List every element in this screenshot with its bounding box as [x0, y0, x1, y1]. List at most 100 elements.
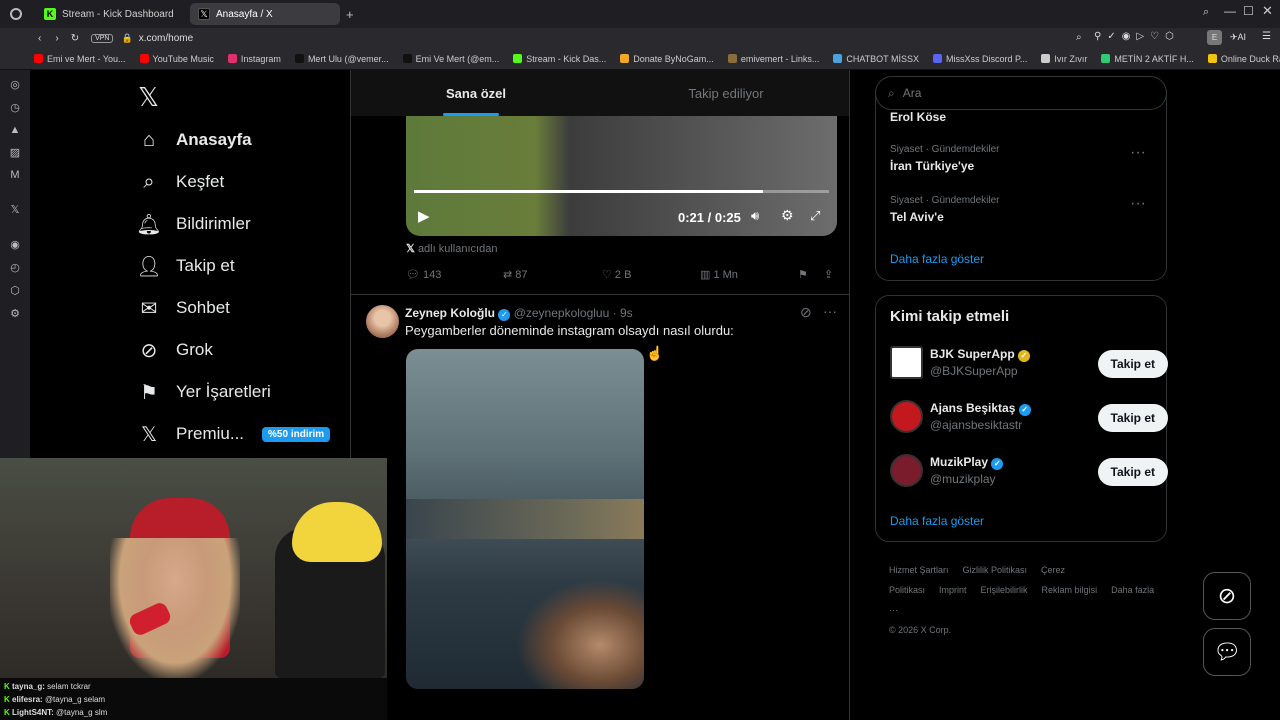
reply-button[interactable]: 💬︎ 143: [406, 268, 441, 281]
chat-user: tayna_g:: [12, 682, 45, 691]
bookmark-item[interactable]: Stream - Kick Das...: [513, 54, 606, 64]
bookmark-button[interactable]: ⚑: [798, 268, 808, 281]
bookmark-item[interactable]: Online Duck Race...: [1207, 54, 1280, 64]
follow-button[interactable]: Takip et: [1097, 350, 1168, 378]
footer-link[interactable]: Hizmet Şartları: [889, 565, 949, 575]
video-progress-track[interactable]: [414, 190, 829, 193]
bookmark-favicon: [294, 54, 304, 63]
sidebar-history-icon[interactable]: ◴: [10, 261, 20, 274]
show-more-link[interactable]: Daha fazla göster: [890, 252, 984, 266]
menu-icon[interactable]: ☰: [1262, 31, 1271, 42]
sidebar-x-icon[interactable]: 𝕏: [11, 203, 20, 216]
tab-kick-dashboard[interactable]: K Stream - Kick Dashboard: [36, 3, 186, 25]
sidebar-spaces-icon[interactable]: ▲: [10, 124, 21, 136]
nav-item-grok[interactable]: ⊘ Grok: [135, 329, 330, 371]
tab-following[interactable]: Takip ediliyor: [601, 70, 849, 116]
follow-suggestion[interactable]: MuzikPlay ✓ @muzikplay Takip et: [890, 454, 1168, 490]
follow-suggestion[interactable]: Ajans Beşiktaş ✓ @ajansbesiktastr Takip et: [890, 400, 1168, 436]
volume-icon[interactable]: 🔊︎: [751, 208, 759, 224]
show-more-link[interactable]: Daha fazla göster: [890, 514, 984, 528]
bookmark-item[interactable]: YouTube Music: [139, 54, 214, 64]
sidebar-m-icon[interactable]: M: [10, 169, 19, 181]
reload-icon[interactable]: ↻: [71, 33, 79, 44]
nav-item-bookmarks[interactable]: ⚑ Yer İşaretleri: [135, 371, 330, 413]
vpn-badge[interactable]: VPN: [91, 33, 114, 43]
follow-suggestion[interactable]: BJK SuperApp ✓ @BJKSuperApp Takip et: [890, 346, 1168, 382]
nav-item-premium[interactable]: 𝕏 Premiu... %50 indirim: [135, 413, 331, 455]
bookmark-favicon: [513, 54, 523, 63]
like-button[interactable]: ♡ 2 B: [602, 268, 631, 281]
repost-button[interactable]: ⇄ 87: [503, 268, 528, 281]
tab-x-home[interactable]: 𝕏 Anasayfa / X: [190, 3, 340, 25]
post-media[interactable]: [406, 349, 644, 689]
forward-icon[interactable]: ›: [55, 33, 58, 44]
maximize-icon[interactable]: ☐: [1243, 4, 1254, 18]
bookmark-item[interactable]: Donate ByNoGam...: [620, 54, 714, 64]
nav-item-home[interactable]: ⌂ Anasayfa: [135, 119, 330, 161]
grok-fab[interactable]: ⊘: [1203, 572, 1251, 620]
play-icon[interactable]: ▶: [418, 207, 430, 225]
follow-button[interactable]: Takip et: [1097, 404, 1168, 432]
nav-item-follow[interactable]: 👤︎ Takip et: [135, 245, 330, 287]
footer-link[interactable]: Imprint: [939, 585, 967, 595]
tab-for-you[interactable]: Sana özel: [351, 70, 601, 116]
url-field[interactable]: x.com/home: [139, 33, 193, 44]
bookmark-item[interactable]: Mert Ulu (@vemer...: [294, 54, 389, 64]
trend-item[interactable]: Siyaset · Gündemdekiler Tel Aviv'e ···: [890, 195, 1154, 224]
bookmark-item[interactable]: Emi ve Mert - You...: [34, 54, 126, 64]
minimize-icon[interactable]: —: [1224, 4, 1236, 18]
bookmark-item[interactable]: Instagram: [227, 54, 281, 64]
follow-button[interactable]: Takip et: [1097, 458, 1168, 486]
avatar[interactable]: [890, 400, 923, 433]
back-icon[interactable]: ‹: [38, 33, 41, 44]
bookmark-item[interactable]: Emi Ve Mert (@em...: [402, 54, 499, 64]
more-icon[interactable]: ···: [1130, 195, 1146, 213]
avatar[interactable]: [890, 346, 923, 379]
sidebar-extensions-icon[interactable]: ⬡: [10, 284, 20, 297]
nav-item-chat[interactable]: ✉ Sohbet: [135, 287, 330, 329]
ai-icon[interactable]: ✈AI: [1230, 32, 1246, 43]
trend-item[interactable]: Siyaset · Gündemdekiler İran Türkiye'ye …: [890, 144, 1154, 173]
views-button[interactable]: ▥ 1 Mn: [700, 268, 738, 281]
more-icon[interactable]: ···: [823, 303, 837, 319]
sidebar-settings-icon[interactable]: ⚙: [10, 307, 20, 320]
sidebar-pinboard-icon[interactable]: ▨: [10, 146, 20, 159]
grok-explain-icon[interactable]: ⊘: [800, 304, 812, 321]
bookmark-item[interactable]: MissXss Discord P...: [933, 54, 1027, 64]
search-input[interactable]: Ara: [903, 86, 922, 100]
footer-link[interactable]: Gizlilik Politikası: [963, 565, 1028, 575]
browser-logo-icon[interactable]: [10, 8, 22, 20]
footer-link[interactable]: Erişilebilirlik: [981, 585, 1028, 595]
nav-item-explore[interactable]: ⌕ Keşfet: [135, 161, 330, 203]
fullscreen-icon[interactable]: ⤢: [810, 208, 820, 224]
x-logo-icon[interactable]: 𝕏: [138, 82, 159, 113]
author-name[interactable]: Zeynep Koloğlu: [405, 306, 495, 320]
sidebar-flow-icon[interactable]: ◷: [10, 101, 20, 114]
avatar[interactable]: [366, 305, 399, 338]
search-tabs-icon[interactable]: ⌕: [1203, 6, 1209, 19]
sidebar-ai-icon[interactable]: ◎: [10, 78, 20, 91]
extension-icons[interactable]: ⚲✓◉▷♡⬡: [1094, 31, 1180, 42]
close-icon[interactable]: ✕: [1262, 3, 1273, 19]
messages-fab[interactable]: 💬︎: [1203, 628, 1251, 676]
post-time[interactable]: 9s: [620, 306, 633, 320]
share-button[interactable]: ⇪: [824, 268, 833, 281]
verified-icon: ✓: [498, 309, 511, 321]
more-icon[interactable]: ···: [1130, 144, 1146, 162]
profile-avatar[interactable]: E: [1207, 30, 1222, 45]
author-handle[interactable]: @zeynepkologluu: [514, 306, 610, 320]
sidebar-record-icon[interactable]: ◉: [10, 238, 20, 251]
avatar[interactable]: [890, 454, 923, 487]
video-player[interactable]: ▶ 0:21 / 0:25 🔊︎ ⚙ ⤢: [406, 116, 837, 236]
search-box[interactable]: ⌕ Ara: [875, 76, 1167, 110]
new-tab-button[interactable]: +: [346, 7, 354, 22]
bookmark-item[interactable]: CHATBOT MİSSX: [833, 54, 919, 64]
trend-name[interactable]: Erol Köse: [890, 110, 946, 124]
bookmark-item[interactable]: emivemert - Links...: [727, 54, 819, 64]
zoom-icon[interactable]: ⌕: [1076, 32, 1082, 43]
bookmark-item[interactable]: Ivır Zıvır: [1041, 54, 1087, 64]
settings-icon[interactable]: ⚙: [781, 207, 794, 224]
nav-item-notifications[interactable]: 🔔︎ Bildirimler: [135, 203, 330, 245]
footer-link[interactable]: Reklam bilgisi: [1042, 585, 1098, 595]
bookmark-item[interactable]: METİN 2 AKTİF H...: [1101, 54, 1194, 64]
